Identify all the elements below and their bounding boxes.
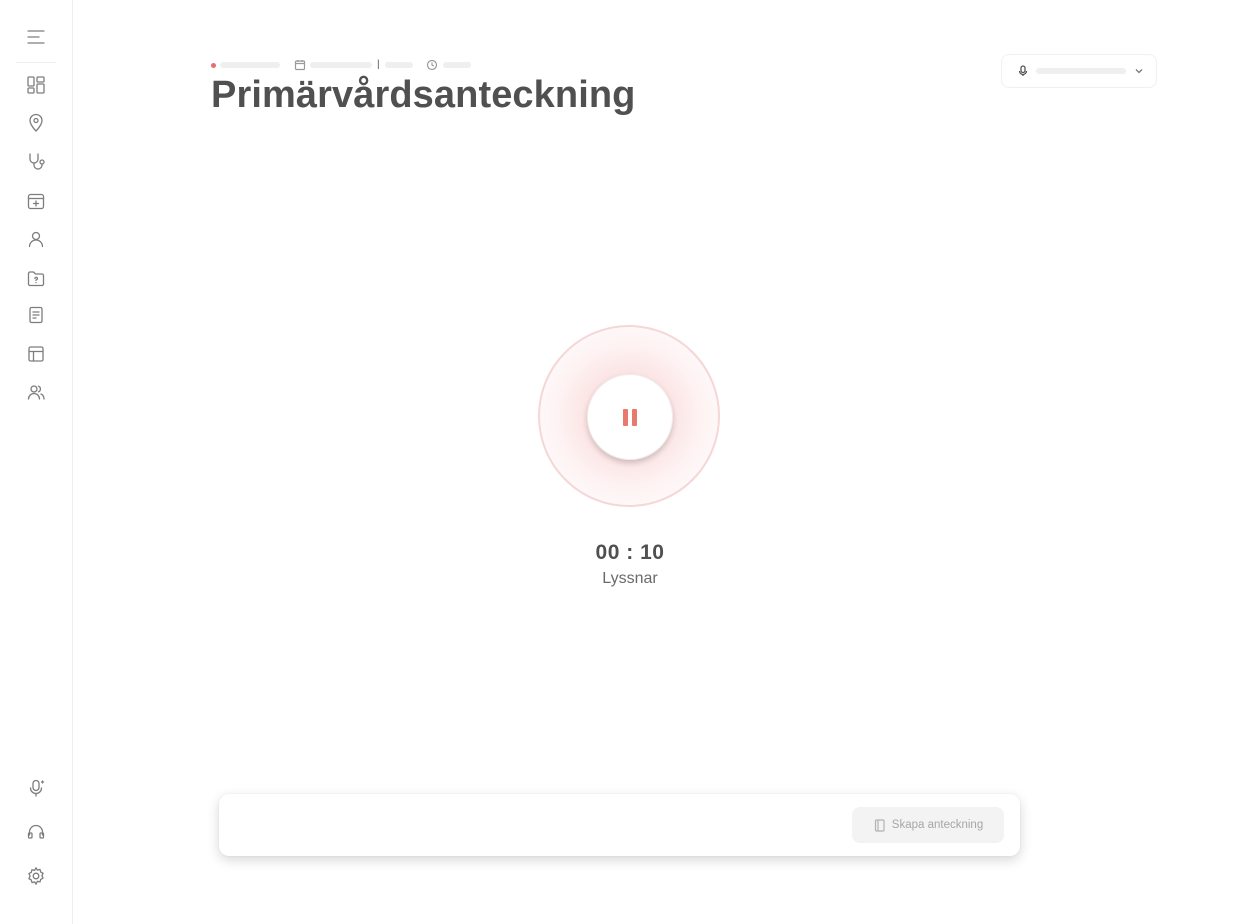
microphone-name-skeleton <box>1036 68 1126 74</box>
microphone-select[interactable] <box>1001 54 1157 88</box>
pause-icon-bar-left <box>623 408 628 426</box>
recording-timer: 00 : 10 <box>595 541 665 564</box>
microphone-icon <box>1018 65 1028 76</box>
calendar-add-icon <box>27 193 45 210</box>
sidebar-item-dashboard[interactable] <box>20 69 52 101</box>
patient-skeleton <box>220 62 280 68</box>
duration-skeleton <box>442 62 471 68</box>
sidebar-item-team[interactable] <box>20 376 52 408</box>
clock-icon <box>426 59 437 71</box>
sidebar-item-support[interactable] <box>20 816 52 848</box>
sidebar-item-templates[interactable] <box>20 338 52 370</box>
dashboard-icon <box>27 76 45 94</box>
folder-question-icon <box>27 271 45 287</box>
time-skeleton <box>384 62 413 68</box>
microphone-settings-icon <box>29 779 45 797</box>
create-note-label: Skapa anteckning <box>891 819 984 831</box>
users-icon <box>27 385 45 400</box>
chevron-down-icon <box>1135 69 1143 74</box>
menu-icon <box>27 30 45 44</box>
menu-toggle-button[interactable] <box>20 21 52 53</box>
recording-status-dot <box>211 62 216 68</box>
sidebar <box>0 0 73 924</box>
sidebar-divider <box>16 62 56 63</box>
headset-icon <box>27 824 45 839</box>
pause-icon-bar-right <box>632 408 637 426</box>
stethoscope-icon <box>29 153 45 170</box>
date-skeleton <box>310 62 372 68</box>
gear-icon <box>28 867 44 885</box>
table-layout-icon <box>28 346 44 362</box>
note-meta-row: | <box>211 58 471 72</box>
recording-status: Lyssnar <box>602 570 658 587</box>
notebook-icon <box>874 818 885 832</box>
sidebar-item-appointments[interactable] <box>20 185 52 217</box>
page-title: Primärvårdsanteckning <box>211 74 636 116</box>
sidebar-item-clinical[interactable] <box>20 146 52 178</box>
sidebar-item-settings[interactable] <box>20 860 52 892</box>
create-note-button[interactable]: Skapa anteckning <box>852 807 1004 843</box>
sidebar-item-notes[interactable] <box>20 299 52 331</box>
sidebar-item-inquiries[interactable] <box>20 262 52 294</box>
pause-recording-button[interactable] <box>587 374 673 460</box>
sidebar-item-location[interactable] <box>20 107 52 139</box>
bottom-action-bar: Skapa anteckning <box>219 794 1020 856</box>
sidebar-item-patient[interactable] <box>20 223 52 255</box>
document-icon <box>29 306 43 324</box>
meta-separator: | <box>377 59 380 70</box>
sidebar-item-microphone-settings[interactable] <box>20 772 52 804</box>
calendar-icon <box>294 60 306 71</box>
location-pin-icon <box>29 113 43 132</box>
user-icon <box>28 231 44 248</box>
